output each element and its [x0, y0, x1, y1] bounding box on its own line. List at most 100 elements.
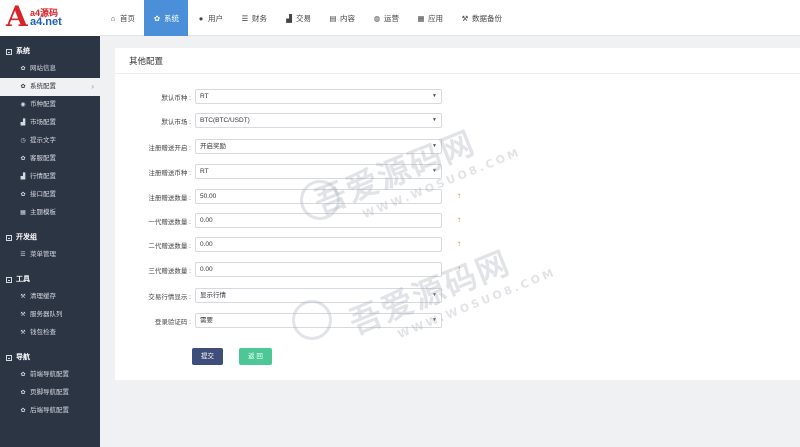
collapse-icon	[6, 277, 12, 283]
caret-down-icon: ▼	[432, 117, 437, 123]
wrench-icon: ⚒	[461, 13, 469, 23]
register-coin-select[interactable]: RT ▼	[195, 164, 442, 179]
level2-amount-input[interactable]: 0.00	[195, 237, 442, 252]
back-button[interactable]: 返 回	[239, 348, 272, 365]
gear-icon: ✿	[20, 156, 26, 162]
tab-finance[interactable]: ☰ 财务	[232, 0, 276, 36]
gear-icon: ✿	[20, 390, 26, 396]
list-icon: ☰	[241, 13, 249, 23]
field-label: 登录验证码 :	[154, 319, 191, 326]
sidebar-item-wallet-check[interactable]: ⚒ 钱包检查	[0, 324, 100, 342]
form-row-default-market: 默认市场 : BTC(BTC/USDT) ▼	[115, 113, 800, 128]
nav-group-title[interactable]: 系统	[0, 44, 100, 60]
collapse-icon	[6, 235, 12, 241]
clock-icon: ◷	[20, 138, 26, 144]
sidebar-item-market-config[interactable]: ▟ 市场配置	[0, 114, 100, 132]
coin-icon: ◉	[20, 102, 26, 108]
caret-down-icon: ▼	[432, 93, 437, 99]
nav-group-dev: 开发组 ☰ 菜单管理	[0, 222, 100, 264]
quote-display-select[interactable]: 显示行情 ▼	[195, 288, 442, 303]
hint-arrow-icon[interactable]: ↑	[457, 191, 461, 200]
form-row-level3-amount: 三代赠送数量 : 0.00 ↑	[115, 262, 800, 277]
register-reward-select[interactable]: 开启奖励 ▼	[195, 139, 442, 154]
collapse-icon	[6, 355, 12, 361]
field-label: 交易行情显示 :	[148, 294, 191, 301]
caret-down-icon: ▼	[432, 143, 437, 149]
sidebar-item-theme[interactable]: ▦ 主题模板	[0, 204, 100, 222]
panel-title: 其他配置	[115, 48, 800, 74]
level3-amount-input[interactable]: 0.00	[195, 262, 442, 277]
sidebar-item-clear-cache[interactable]: ⚒ 清理缓存	[0, 288, 100, 306]
sidebar-item-quote-config[interactable]: ▟ 行情配置	[0, 168, 100, 186]
bar-chart-icon: ▟	[286, 13, 292, 23]
sidebar-item-api-config[interactable]: ✿ 接口配置	[0, 186, 100, 204]
level1-amount-input[interactable]: 0.00	[195, 213, 442, 228]
register-amount-input[interactable]: 50.00	[195, 189, 442, 204]
chevron-right-icon: ›	[91, 82, 94, 91]
grid-icon: ▦	[20, 210, 26, 216]
logo-letter: A	[6, 0, 28, 33]
hint-arrow-icon[interactable]: ↑	[457, 215, 461, 224]
bar-chart-icon: ▟	[20, 120, 26, 126]
field-label: 注册赠送币种 :	[148, 170, 191, 177]
sidebar-item-coin-config[interactable]: ◉ 币种配置	[0, 96, 100, 114]
nav-group-title[interactable]: 导航	[0, 350, 100, 366]
tab-app[interactable]: ▦ 应用	[408, 0, 452, 36]
logo[interactable]: A a4源码 a4.net	[0, 0, 100, 36]
bar-chart-icon: ▟	[20, 174, 26, 180]
collapse-icon	[6, 49, 12, 55]
grid-icon: ▦	[417, 13, 425, 23]
field-label: 注册赠送数量 :	[148, 195, 191, 202]
gear-icon: ✿	[20, 192, 26, 198]
hint-arrow-icon[interactable]: ↑	[457, 239, 461, 248]
field-label: 注册赠送开启 :	[148, 145, 191, 152]
gear-icon: ✿	[20, 66, 26, 72]
default-coin-select[interactable]: RT ▼	[195, 89, 442, 104]
sidebar-item-system-config[interactable]: ✿ 系统配置 ›	[0, 78, 100, 96]
sidebar-item-front-nav[interactable]: ✿ 前端导航配置	[0, 366, 100, 384]
field-label: 三代赠送数量 :	[148, 268, 191, 275]
sidebar-item-server-queue[interactable]: ⚒ 服务器队列	[0, 306, 100, 324]
form-row-login-captcha: 登录验证码 : 需要 ▼	[115, 313, 800, 328]
field-label: 二代赠送数量 :	[148, 243, 191, 250]
default-market-select[interactable]: BTC(BTC/USDT) ▼	[195, 113, 442, 128]
sidebar-item-menu[interactable]: ☰ 菜单管理	[0, 246, 100, 264]
login-captcha-select[interactable]: 需要 ▼	[195, 313, 442, 328]
gear-icon: ✿	[153, 13, 161, 23]
form-row-level1-amount: 一代赠送数量 : 0.00 ↑	[115, 213, 800, 228]
tab-home[interactable]: ⌂ 首页	[100, 0, 144, 36]
globe-icon: ◍	[373, 13, 381, 23]
nav-group-nav: 导航 ✿ 前端导航配置 ✿ 页脚导航配置 ✿ 后端导航配置	[0, 342, 100, 420]
hint-arrow-icon[interactable]: ↑	[457, 264, 461, 273]
submit-button[interactable]: 提交	[192, 348, 223, 365]
sidebar-item-back-nav[interactable]: ✿ 后端导航配置	[0, 402, 100, 420]
sidebar-item-prompt-text[interactable]: ◷ 提示文字	[0, 132, 100, 150]
wrench-icon: ⚒	[20, 330, 26, 336]
caret-down-icon: ▼	[432, 292, 437, 298]
home-icon: ⌂	[110, 13, 116, 23]
tab-content[interactable]: ▤ 内容	[320, 0, 364, 36]
tab-system[interactable]: ✿ 系统	[144, 0, 188, 36]
tab-trade[interactable]: ▟ 交易	[276, 0, 320, 36]
field-label: 默认市场 :	[161, 119, 191, 126]
user-icon: ●	[198, 13, 204, 23]
list-icon: ☰	[20, 252, 26, 258]
nav-group-title[interactable]: 工具	[0, 272, 100, 288]
wrench-icon: ⚒	[20, 294, 26, 300]
form-row-register-reward: 注册赠送开启 : 开启奖励 ▼	[115, 139, 800, 154]
sidebar-item-site-info[interactable]: ✿ 网站信息	[0, 60, 100, 78]
nav-group-system: 系统 ✿ 网站信息 ✿ 系统配置 › ◉ 币种配置 ▟ 市场配置 ◷ 提示文字 ✿ 客服配置 …	[0, 36, 100, 222]
field-label: 默认币种 :	[161, 95, 191, 102]
document-icon: ▤	[329, 13, 337, 23]
sidebar: A a4源码 a4.net 系统 ✿ 网站信息 ✿ 系统配置 › ◉ 币种配置 ▟ 市场配…	[0, 0, 100, 447]
logo-domain: a4.net	[30, 16, 62, 28]
sidebar-item-service-config[interactable]: ✿ 客服配置	[0, 150, 100, 168]
form-row-default-coin: 默认币种 : RT ▼	[115, 89, 800, 104]
tab-backup[interactable]: ⚒ 数据备份	[452, 0, 511, 36]
tab-operation[interactable]: ◍ 运营	[364, 0, 408, 36]
gear-icon: ✿	[20, 408, 26, 414]
form-row-register-coin: 注册赠送币种 : RT ▼	[115, 164, 800, 179]
sidebar-item-footer-nav[interactable]: ✿ 页脚导航配置	[0, 384, 100, 402]
tab-user[interactable]: ● 用户	[188, 0, 232, 36]
nav-group-title[interactable]: 开发组	[0, 230, 100, 246]
